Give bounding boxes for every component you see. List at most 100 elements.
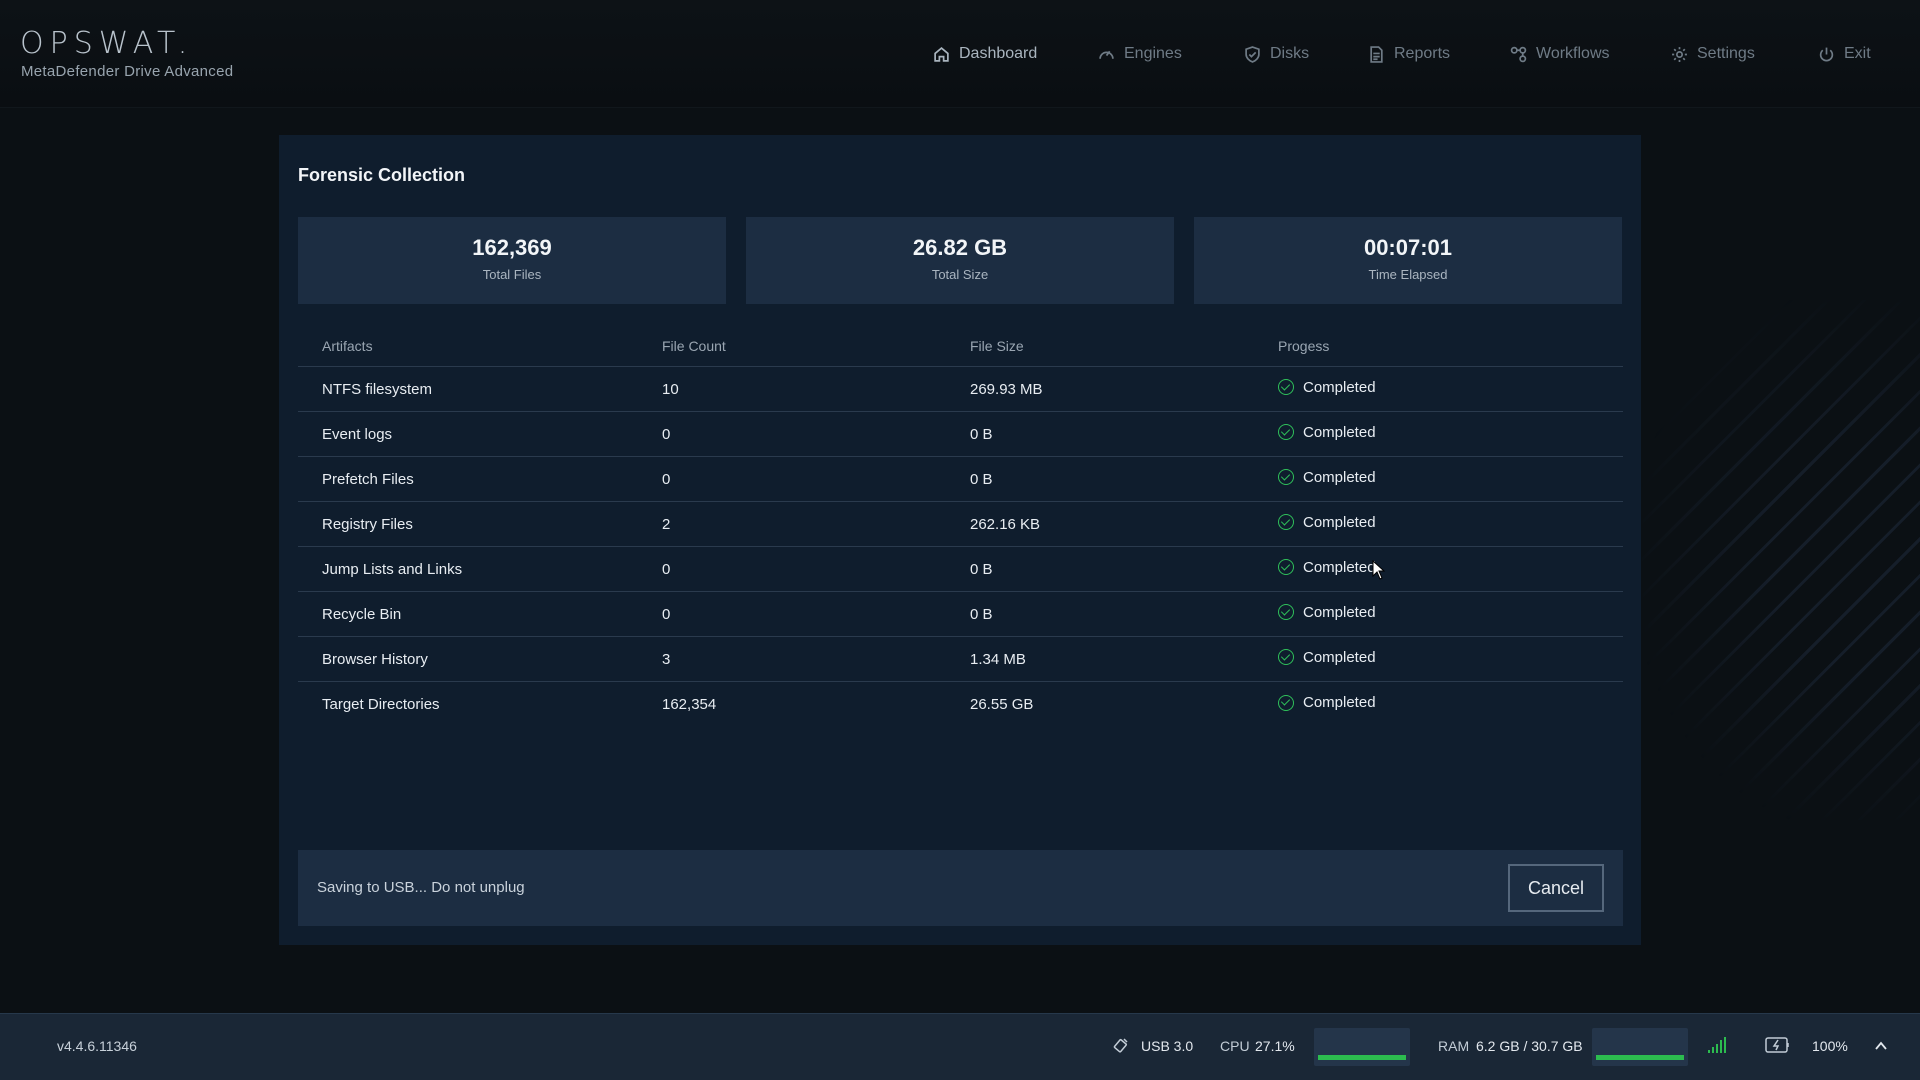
gear-icon — [1672, 46, 1687, 62]
saving-message: Saving to USB... Do not unplug — [317, 879, 525, 896]
progress-status: Completed — [1278, 680, 1376, 725]
status-footer: Saving to USB... Do not unplug Cancel — [298, 850, 1623, 926]
nav-workflows-label: Workflows — [1536, 45, 1610, 62]
top-bar: OPSWAT. MetaDefender Drive Advanced Dash… — [0, 0, 1920, 108]
power-icon — [1819, 47, 1834, 61]
chevron-up-icon[interactable] — [1873, 1038, 1889, 1054]
bottom-status-bar: v4.4.6.11346 USB 3.0 CPU 27.1% RAM 6.2 G… — [0, 1013, 1920, 1080]
file-count: 10 — [662, 380, 679, 398]
status-text: Completed — [1303, 603, 1376, 621]
file-count: 0 — [662, 560, 671, 578]
progress-status: Completed — [1278, 590, 1376, 634]
stat-value: 26.82 GB — [912, 235, 1008, 260]
file-count: 0 — [662, 605, 671, 623]
check-circle-icon — [1278, 694, 1294, 711]
nav-dashboard[interactable]: Dashboard — [933, 40, 1037, 68]
panel-title: Forensic Collection — [298, 165, 466, 185]
nav-exit[interactable]: Exit — [1818, 40, 1871, 68]
nav-settings-label: Settings — [1697, 45, 1755, 62]
ram-label: RAM — [1438, 1038, 1470, 1054]
stat-time-elapsed: 00:07:01 Time Elapsed — [1194, 217, 1622, 304]
header-file-count: File Count — [662, 337, 726, 354]
artifact-name: Jump Lists and Links — [322, 560, 463, 578]
mouse-cursor-icon — [1372, 560, 1386, 580]
stat-label: Time Elapsed — [1368, 267, 1448, 282]
nav-reports-label: Reports — [1394, 45, 1451, 62]
battery-charging-icon — [1765, 1037, 1789, 1053]
progress-status: Completed — [1278, 545, 1376, 589]
progress-status: Completed — [1278, 410, 1376, 454]
cpu-graph — [1314, 1028, 1410, 1066]
progress-status: Completed — [1278, 500, 1376, 544]
artifact-name: NTFS filesystem — [322, 380, 433, 398]
usb-icon — [1113, 1038, 1128, 1053]
nav-engines[interactable]: Engines — [1098, 40, 1182, 68]
cpu-value: 27.1% — [1255, 1038, 1295, 1054]
file-size: 0 B — [970, 605, 993, 623]
artifact-name: Recycle Bin — [322, 605, 402, 623]
header-artifacts: Artifacts — [322, 337, 373, 354]
nav-disks[interactable]: Disks — [1244, 40, 1309, 68]
main-nav: Dashboard Engines Disks Reports Workflow… — [0, 40, 1920, 70]
table-row: Jump Lists and Links 0 0 B Completed — [298, 547, 1623, 592]
shield-check-icon — [1245, 45, 1260, 63]
ram-graph — [1592, 1028, 1688, 1066]
file-size: 0 B — [970, 425, 993, 443]
status-text: Completed — [1303, 513, 1376, 531]
file-size: 26.55 GB — [970, 696, 1034, 713]
artifact-name: Browser History — [322, 650, 428, 668]
nav-workflows[interactable]: Workflows — [1510, 40, 1610, 68]
signal-icon — [1708, 1037, 1726, 1053]
status-text: Completed — [1303, 423, 1376, 441]
file-count: 162,354 — [662, 696, 717, 713]
check-circle-icon — [1278, 424, 1294, 440]
table-row: Prefetch Files 0 0 B Completed — [298, 457, 1623, 502]
nav-dashboard-label: Dashboard — [959, 45, 1038, 62]
nav-disks-label: Disks — [1270, 45, 1310, 62]
cpu-label: CPU — [1220, 1038, 1250, 1054]
usb-label: USB 3.0 — [1141, 1038, 1194, 1054]
stat-total-size: 26.82 GB Total Size — [746, 217, 1174, 304]
workflow-icon — [1510, 46, 1527, 62]
table-row: NTFS filesystem 10 269.93 MB Completed — [298, 367, 1623, 412]
version-label: v4.4.6.11346 — [57, 1038, 137, 1054]
file-count: 2 — [662, 515, 671, 533]
check-circle-icon — [1278, 559, 1294, 575]
file-count: 0 — [662, 425, 671, 443]
file-count: 3 — [662, 650, 671, 668]
file-size: 0 B — [970, 470, 993, 488]
table-row: Event logs 0 0 B Completed — [298, 412, 1623, 457]
ram-value: 6.2 GB / 30.7 GB — [1476, 1038, 1583, 1054]
file-size: 262.16 KB — [970, 515, 1041, 533]
forensic-collection-panel: Forensic Collection 162,369 Total Files … — [279, 135, 1641, 945]
stat-value: 00:07:01 — [1363, 235, 1453, 260]
status-text: Completed — [1303, 558, 1376, 576]
status-text: Completed — [1303, 468, 1376, 486]
file-size: 0 B — [970, 560, 993, 578]
check-circle-icon — [1278, 379, 1294, 395]
table-row: Browser History 3 1.34 MB Completed — [298, 637, 1623, 682]
artifact-name: Registry Files — [322, 515, 413, 533]
battery-value: 100% — [1812, 1038, 1848, 1054]
gauge-icon — [1099, 50, 1114, 59]
table-row: Recycle Bin 0 0 B Completed — [298, 592, 1623, 637]
stat-label: Total Size — [931, 267, 989, 282]
progress-status: Completed — [1278, 635, 1376, 679]
file-count: 0 — [662, 470, 671, 488]
nav-settings[interactable]: Settings — [1671, 40, 1755, 68]
progress-status: Completed — [1278, 455, 1376, 499]
check-circle-icon — [1278, 469, 1294, 485]
artifact-name: Event logs — [322, 425, 393, 443]
status-text: Completed — [1303, 694, 1376, 711]
cancel-button[interactable]: Cancel — [1508, 864, 1604, 912]
stat-total-files: 162,369 Total Files — [298, 217, 726, 304]
progress-status: Completed — [1278, 365, 1376, 409]
nav-engines-label: Engines — [1124, 45, 1182, 62]
table-row: Target Directories 162,354 26.55 GB Complet… — [298, 682, 1623, 727]
status-text: Completed — [1303, 648, 1376, 666]
header-file-size: File Size — [970, 337, 1024, 354]
nav-reports[interactable]: Reports — [1368, 40, 1450, 68]
stat-label: Total Files — [482, 267, 542, 282]
background-stripes — [1642, 300, 1920, 820]
stat-value: 162,369 — [472, 235, 552, 260]
